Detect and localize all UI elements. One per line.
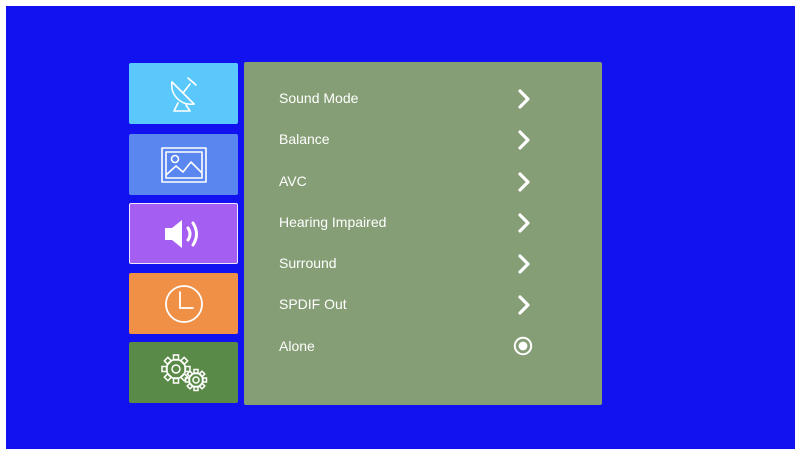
clock-icon: [163, 283, 205, 325]
chevron-right-icon: [516, 295, 532, 315]
menu-item-spdif-out[interactable]: SPDIF Out: [244, 284, 602, 325]
menu-item-label: Hearing Impaired: [279, 214, 387, 230]
menu-item-label: Balance: [279, 131, 330, 147]
speaker-icon: [162, 217, 206, 251]
menu-item-label: SPDIF Out: [279, 296, 347, 312]
menu-item-sound-mode[interactable]: Sound Mode: [244, 78, 602, 119]
satellite-dish-icon: [162, 74, 206, 114]
tv-menu-screen: Sound Mode Balance AVC Hearing Impaired: [6, 6, 795, 449]
sound-menu-panel: Sound Mode Balance AVC Hearing Impaired: [244, 62, 602, 405]
gears-icon: [156, 352, 212, 394]
menu-item-balance[interactable]: Balance: [244, 119, 602, 160]
chevron-right-icon: [516, 130, 532, 150]
chevron-right-icon: [516, 213, 532, 233]
menu-item-alone[interactable]: Alone: [244, 326, 602, 367]
menu-item-label: Alone: [279, 338, 315, 354]
sidebar-item-sound[interactable]: [129, 203, 238, 264]
chevron-right-icon: [516, 254, 532, 274]
menu-item-label: Surround: [279, 255, 337, 271]
sidebar-item-picture[interactable]: [129, 134, 238, 195]
menu-item-avc[interactable]: AVC: [244, 161, 602, 202]
menu-item-label: Sound Mode: [279, 90, 359, 106]
sidebar-item-channel[interactable]: [129, 63, 238, 124]
radio-selected-icon[interactable]: [513, 336, 533, 356]
menu-item-hearing-impaired[interactable]: Hearing Impaired: [244, 202, 602, 243]
menu-item-label: AVC: [279, 173, 307, 189]
sidebar-item-time[interactable]: [129, 273, 238, 334]
picture-icon: [160, 146, 208, 184]
sidebar-item-setup[interactable]: [129, 342, 238, 403]
chevron-right-icon: [516, 89, 532, 109]
chevron-right-icon: [516, 172, 532, 192]
menu-item-surround[interactable]: Surround: [244, 243, 602, 284]
